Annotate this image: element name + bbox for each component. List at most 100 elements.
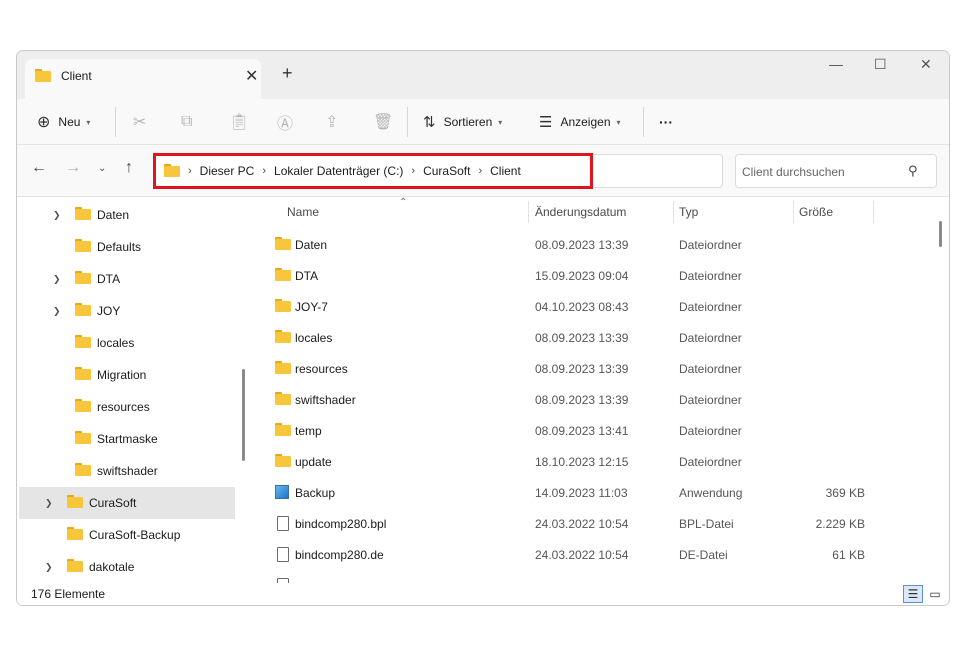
column-header-type[interactable]: Typ [679, 197, 698, 227]
file-type: Dateiordner [679, 424, 742, 438]
table-row[interactable]: update 18.10.2023 12:15 Dateiordner [253, 447, 949, 478]
table-row[interactable]: bindcomp280.de 24.03.2022 10:54 DE-Datei… [253, 540, 949, 571]
sidebar-item-resources[interactable]: resources [19, 391, 235, 423]
file-type: Dateiordner [679, 238, 742, 252]
chevron-right-icon[interactable]: ❯ [45, 562, 53, 573]
table-row[interactable]: resources 08.09.2023 13:39 Dateiordner [253, 354, 949, 385]
column-header-name[interactable]: Name [287, 197, 319, 227]
close-window-button[interactable]: ✕ [920, 56, 932, 73]
file-name: Backup [295, 486, 336, 500]
table-row[interactable]: locales 08.09.2023 13:39 Dateiordner [253, 323, 949, 354]
recent-locations-chevron-icon[interactable]: ⌄ [98, 163, 106, 174]
command-bar: ⊕ Neu ▾ ✂ ⧉ 📋︎ Ⓐ ⇪ 🗑︎ ⇅ Sortieren ▾ ☰ An… [17, 99, 949, 145]
file-name: DTA [295, 269, 319, 283]
minimize-button[interactable]: — [829, 56, 843, 72]
search-box[interactable]: Client durchsuchen ⚲ [735, 154, 937, 188]
column-header-size[interactable]: Größe [799, 197, 833, 227]
view-label: Anzeigen [560, 115, 611, 129]
table-row[interactable]: Daten 08.09.2023 13:39 Dateiordner [253, 230, 949, 261]
file-date: 08.09.2023 13:39 [535, 362, 629, 376]
chevron-right-icon[interactable]: ❯ [53, 274, 61, 285]
folder-icon [67, 527, 83, 541]
folder-icon [275, 268, 291, 282]
sidebar-item-curasoft[interactable]: ❯ CuraSoft [19, 487, 235, 519]
tab-title: Client [61, 69, 92, 83]
column-header-date[interactable]: Änderungsdatum [535, 197, 626, 227]
delete-button[interactable]: 🗑︎ [373, 99, 393, 145]
search-icon: ⚲ [908, 163, 918, 178]
new-tab-button[interactable]: + [282, 63, 293, 84]
view-button[interactable]: ☰ Anzeigen ▾ [539, 99, 621, 145]
file-list: ⌃ Name Änderungsdatum Typ Größe Daten 08… [253, 197, 949, 583]
share-button[interactable]: ⇪ [325, 99, 338, 145]
sidebar-item-locales[interactable]: locales [19, 327, 235, 359]
sidebar-item-swiftshader[interactable]: swiftshader [19, 455, 235, 487]
file-type: Dateiordner [679, 300, 742, 314]
back-arrow-icon[interactable]: ← [31, 159, 47, 177]
file-name: swiftshader [295, 393, 356, 407]
tiles-view-icon: ▭ [929, 587, 941, 601]
clipboard-icon: 📋︎ [229, 114, 250, 131]
file-type: Dateiordner [679, 455, 742, 469]
more-options-button[interactable]: ··· [659, 99, 673, 145]
sidebar-item-migration[interactable]: Migration [19, 359, 235, 391]
sidebar-scrollbar[interactable] [242, 369, 245, 461]
sidebar-item-daten[interactable]: ❯ Daten [19, 199, 235, 231]
table-row-partial[interactable] [253, 571, 949, 583]
table-row[interactable]: Backup 14.09.2023 11:03 Anwendung 369 KB [253, 478, 949, 509]
file-list-scrollbar[interactable] [939, 221, 942, 247]
file-name: JOY-7 [295, 300, 328, 314]
file-date: 24.03.2022 10:54 [535, 548, 629, 562]
table-row[interactable]: swiftshader 08.09.2023 13:39 Dateiordner [253, 385, 949, 416]
close-tab-icon[interactable]: ✕ [245, 66, 258, 86]
sidebar-item-dakotale[interactable]: ❯ dakotale [19, 551, 235, 583]
paste-button[interactable]: 📋︎ [229, 99, 249, 145]
sort-ascending-icon: ⌃ [399, 197, 408, 208]
file-type: Dateiordner [679, 331, 742, 345]
file-size: 2.229 KB [815, 517, 865, 531]
table-row[interactable]: bindcomp280.bpl 24.03.2022 10:54 BPL-Dat… [253, 509, 949, 540]
sidebar-item-label: Migration [97, 368, 147, 382]
folder-icon [75, 367, 91, 381]
maximize-button[interactable]: ☐ [874, 56, 887, 73]
folder-icon [275, 237, 291, 251]
navigation-pane: ❯ Daten Defaults ❯ DTA ❯ JOY locales Mig… [17, 197, 249, 583]
file-date: 18.10.2023 12:15 [535, 455, 629, 469]
file-type: Dateiordner [679, 362, 742, 376]
explorer-window: Client ✕ + — ☐ ✕ ⊕ Neu ▾ ✂ ⧉ 📋︎ Ⓐ ⇪ 🗑︎ ⇅… [16, 50, 950, 606]
copy-button[interactable]: ⧉ [181, 99, 192, 145]
sidebar-item-dta[interactable]: ❯ DTA [19, 263, 235, 295]
sort-icon: ⇅ [423, 114, 436, 131]
folder-icon [35, 69, 51, 83]
up-arrow-icon[interactable]: ↑ [125, 159, 133, 177]
sidebar-item-startmaske[interactable]: Startmaske [19, 423, 235, 455]
file-icon [277, 547, 289, 562]
file-type: Anwendung [679, 486, 743, 500]
table-row[interactable]: DTA 15.09.2023 09:04 Dateiordner [253, 261, 949, 292]
table-row[interactable]: temp 08.09.2023 13:41 Dateiordner [253, 416, 949, 447]
tiles-view-button[interactable]: ▭ [925, 585, 945, 603]
sidebar-item-label: DTA [97, 272, 121, 286]
file-size: 369 KB [825, 486, 865, 500]
chevron-right-icon[interactable]: ❯ [53, 306, 61, 317]
search-input[interactable]: Client durchsuchen [742, 165, 845, 179]
address-highlight-box [153, 153, 593, 189]
rename-icon: Ⓐ [277, 116, 294, 133]
share-icon: ⇪ [325, 114, 339, 131]
sidebar-item-defaults[interactable]: Defaults [19, 231, 235, 263]
chevron-right-icon[interactable]: ❯ [45, 498, 53, 509]
table-row[interactable]: JOY-7 04.10.2023 08:43 Dateiordner [253, 292, 949, 323]
rename-button[interactable]: Ⓐ [277, 99, 293, 145]
tab-client[interactable]: Client ✕ [25, 59, 261, 99]
sidebar-item-joy[interactable]: ❯ JOY [19, 295, 235, 327]
cut-button[interactable]: ✂ [133, 99, 146, 145]
chevron-right-icon[interactable]: ❯ [53, 210, 61, 221]
file-name: bindcomp280.de [295, 548, 384, 562]
new-button[interactable]: ⊕ Neu ▾ [37, 99, 90, 145]
details-view-button[interactable]: ☰ [903, 585, 923, 603]
sort-button[interactable]: ⇅ Sortieren ▾ [423, 99, 502, 145]
folder-icon [75, 271, 91, 285]
forward-arrow-icon[interactable]: → [65, 159, 81, 177]
sidebar-item-curasoft-backup[interactable]: CuraSoft-Backup [19, 519, 235, 551]
file-date: 08.09.2023 13:39 [535, 331, 629, 345]
